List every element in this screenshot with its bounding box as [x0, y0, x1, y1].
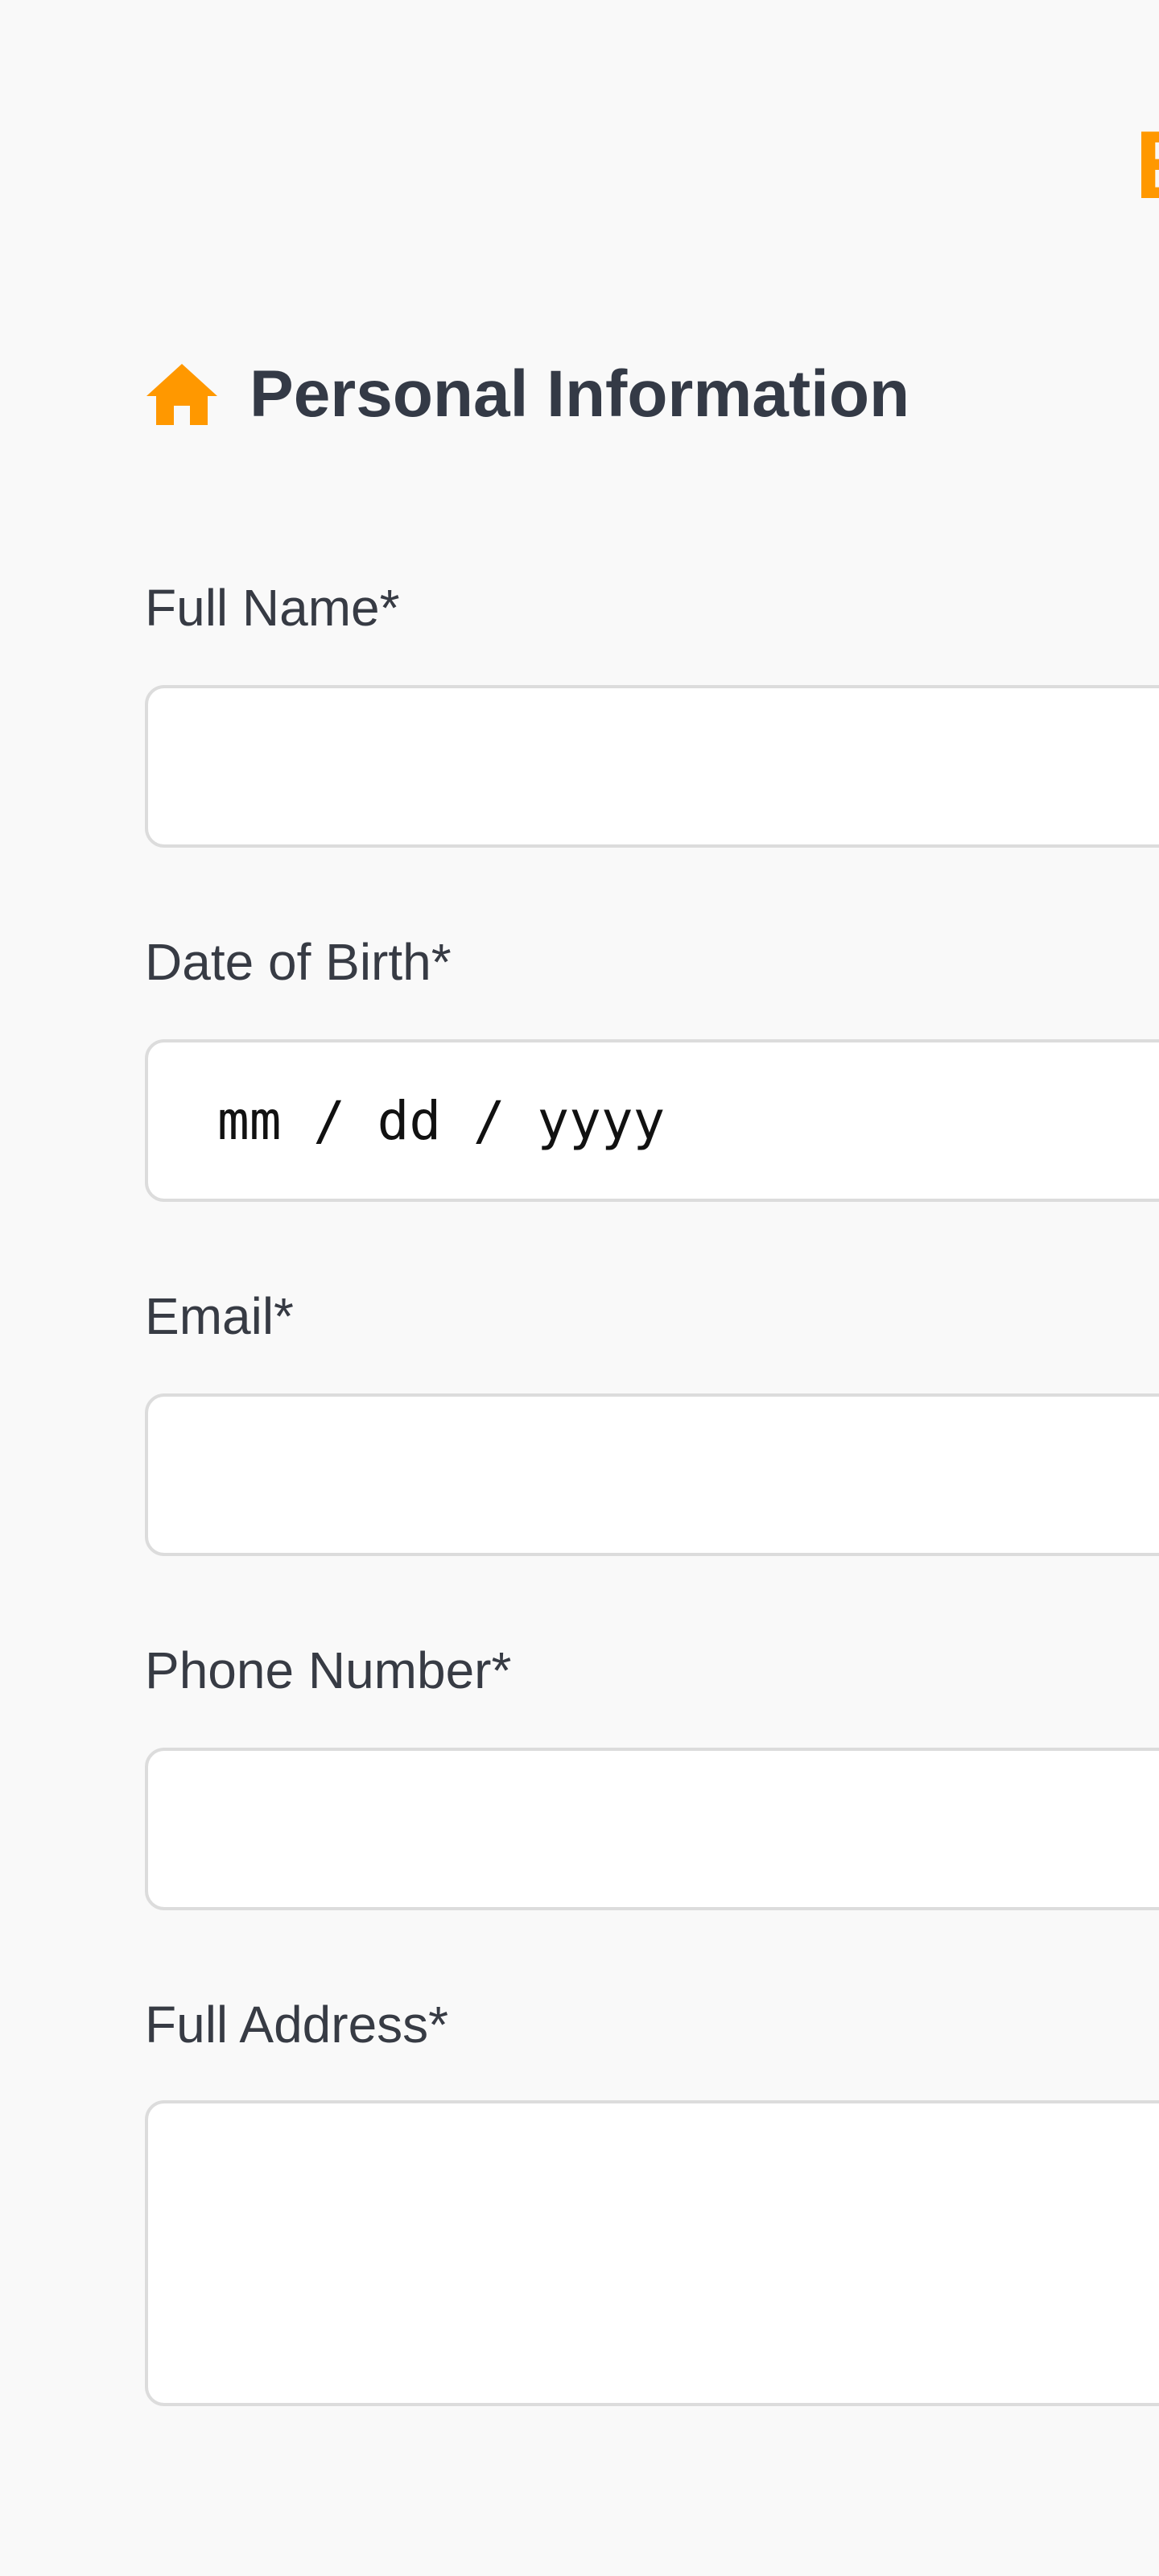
date-of-birth-label: Date of Birth* [145, 933, 452, 991]
full-name-input[interactable] [145, 685, 1159, 848]
phone-number-label: Phone Number* [145, 1641, 512, 1699]
phone-number-field[interactable] [145, 1748, 1159, 1910]
brand-title-text: E [1135, 121, 1159, 209]
full-address-label: Full Address* [145, 1996, 449, 2054]
home-icon [145, 362, 219, 427]
section-header: Personal Information [145, 354, 909, 435]
email-label: Email* [145, 1287, 294, 1345]
form-page: E Personal Information Full Name* Date o… [0, 0, 1159, 2576]
date-of-birth-input[interactable]: mm / dd / yyyy [145, 1039, 1159, 1202]
full-address-textarea[interactable] [145, 2100, 1159, 2406]
section-title: Personal Information [250, 357, 910, 431]
email-field[interactable] [145, 1393, 1159, 1556]
brand-title-fragment: E [1135, 121, 1159, 209]
full-name-label: Full Name* [145, 579, 400, 637]
date-of-birth-placeholder: mm / dd / yyyy [217, 1089, 666, 1152]
